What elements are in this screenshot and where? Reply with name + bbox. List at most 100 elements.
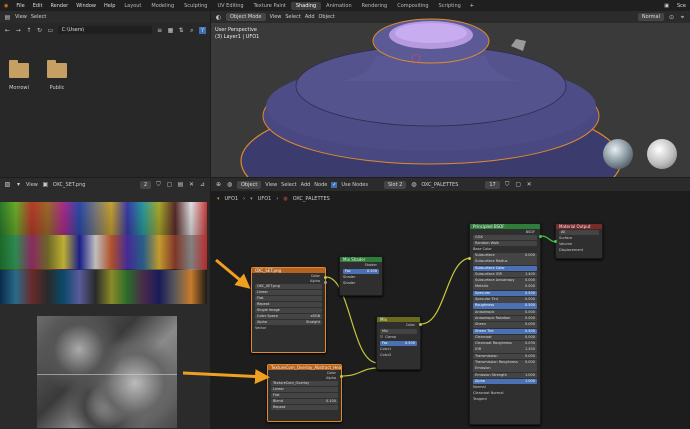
tab-animation[interactable]: Animation (321, 2, 357, 10)
bsdf-output-socket[interactable] (539, 235, 542, 238)
extension-dropdown[interactable]: Repeat (271, 405, 338, 410)
node-header[interactable]: Material Output (556, 224, 602, 229)
tab-compositing[interactable]: Compositing (392, 2, 433, 10)
bsdf-param-row[interactable]: Subsurface Radius (473, 259, 537, 265)
new-image-icon[interactable]: ▢ (166, 181, 173, 188)
bsdf-param-row[interactable]: Emission (473, 366, 537, 372)
bsdf-param-row[interactable]: Transmission 0.000 (473, 353, 537, 360)
color-space-dropdown[interactable]: Color Space sRGB (255, 314, 322, 319)
bsdf-param-row[interactable]: Clearcoat 0.000 (473, 334, 537, 341)
editor-type-icon[interactable]: ▧ (4, 181, 11, 188)
unlink-icon[interactable]: ✕ (188, 181, 195, 188)
surface-input-socket[interactable] (554, 240, 557, 243)
tab-scripting[interactable]: Scripting (434, 2, 466, 10)
blender-logo-icon[interactable]: ◉ (0, 3, 12, 9)
fac-field[interactable]: Fac 0.500 (343, 269, 379, 274)
mix-rgb-node[interactable]: Mix Color Mix Clamp Fac 0.500 Color1 Col… (376, 316, 421, 370)
image-view-menu[interactable]: View (26, 182, 38, 188)
target-dropdown[interactable]: All (559, 230, 599, 235)
search-icon[interactable]: ⌕ (189, 27, 196, 34)
output-color-socket[interactable] (340, 375, 343, 378)
path-field[interactable]: C:\Users\ (57, 26, 153, 34)
pin-icon[interactable]: ⊿ (199, 181, 206, 188)
distribution-dropdown[interactable]: GGX (473, 235, 537, 240)
menu-window[interactable]: Window (72, 3, 100, 9)
add-workspace-icon[interactable]: + (466, 3, 478, 9)
tab-sculpting[interactable]: Sculpting (179, 2, 212, 10)
bsdf-param-row[interactable]: Alpha 1.000 (473, 378, 537, 385)
image-texture-node-oxc-set[interactable]: OXC_SET.png Color Alpha OXC_SET.png Line… (251, 267, 326, 353)
blend-mode-dropdown[interactable]: Mix (380, 329, 417, 334)
bsdf-param-row[interactable]: Transmission Roughness 0.000 (473, 360, 537, 366)
bsdf-param-row[interactable]: Emission Strength 1.000 (473, 372, 537, 379)
node-header[interactable]: TextureCom_Overlay_Abstract_Header.png (268, 365, 341, 370)
scene-icon[interactable]: ▣ (660, 3, 673, 9)
image-name-field[interactable]: OXC_SET.png (53, 182, 86, 188)
node-header[interactable]: Mix (377, 317, 420, 322)
filter-icon[interactable]: Y (199, 26, 206, 34)
menu-help[interactable]: Help (100, 3, 119, 9)
bsdf-param-row[interactable]: Subsurface Color (473, 265, 537, 272)
scene-label[interactable]: Sce (673, 3, 690, 9)
grid-view-icon[interactable]: ▦ (167, 27, 174, 34)
back-icon[interactable]: ← (4, 27, 11, 34)
bsdf-param-row[interactable]: Anisotropic 0.000 (473, 309, 537, 316)
material-output-node[interactable]: Material Output All Surface Volume Displ… (555, 223, 603, 259)
node-header[interactable]: OXC_SET.png (252, 268, 325, 273)
menu-render[interactable]: Render (46, 3, 72, 9)
shader-node-editor[interactable]: ⊕ ◍ Object View Select Add Node ✓ Use No… (211, 178, 690, 429)
mix-output-socket[interactable] (419, 323, 422, 326)
select-menu[interactable]: Select (31, 14, 46, 20)
clamp-checkbox[interactable]: Clamp (380, 335, 417, 340)
interpolation-dropdown[interactable]: Linear (271, 387, 338, 392)
bsdf-param-row[interactable]: Sheen Tint 0.500 (473, 328, 537, 335)
folder-item-public[interactable]: Public (42, 60, 72, 98)
sort-icon[interactable]: ⇅ (178, 27, 185, 34)
bsdf-param-row[interactable]: Sheen 0.000 (473, 322, 537, 328)
3d-viewport[interactable]: ◐ Object Mode View Select Add Object Nor… (211, 11, 690, 177)
node-header[interactable]: Principled BSDF (470, 224, 540, 229)
list-view-icon[interactable]: ≡ (156, 27, 163, 34)
image-browse-icon[interactable]: ▣ (42, 181, 49, 188)
bsdf-param-row[interactable]: Specular 0.500 (473, 290, 537, 297)
blend-field[interactable]: Blend 0.100 (271, 399, 338, 404)
node-header[interactable]: Mix Shader (340, 257, 382, 262)
subsurface-method-dropdown[interactable]: Random Walk (473, 241, 537, 246)
image-texture-node-overlay[interactable]: TextureCom_Overlay_Abstract_Header.png C… (267, 364, 342, 422)
tab-shading[interactable]: Shading (290, 1, 322, 10)
extension-dropdown[interactable]: Repeat (255, 302, 322, 307)
bsdf-param-row[interactable]: IOR 1.450 (473, 347, 537, 353)
fake-user-icon[interactable]: ⛉ (155, 181, 162, 188)
fac-field[interactable]: Fac 0.500 (380, 341, 417, 346)
bsdf-param-row[interactable]: Anisotropic Rotation 0.000 (473, 315, 537, 322)
image-selector[interactable]: OXC_SET.png (255, 284, 322, 289)
view-menu[interactable]: View (15, 14, 27, 20)
image-selector[interactable]: TextureCom_Overlay (271, 381, 338, 386)
output-color-socket[interactable] (324, 276, 327, 279)
tab-rendering[interactable]: Rendering (357, 2, 393, 10)
editor-type-icon[interactable]: ▤ (4, 14, 11, 21)
new-folder-icon[interactable]: ▭ (47, 27, 54, 34)
material-preview-sphere[interactable] (647, 139, 677, 169)
parent-icon[interactable]: ↑ (25, 27, 32, 34)
open-image-icon[interactable]: ▤ (177, 181, 184, 188)
folder-item-morrowl[interactable]: Morrowl (4, 60, 34, 98)
mix-shader-node[interactable]: Mix Shader Shader Fac 0.500 Shader Shade… (339, 256, 383, 296)
bsdf-param-row[interactable]: Subsurface IOR 1.400 (473, 271, 537, 278)
output-alpha-socket[interactable] (324, 281, 327, 284)
tab-modeling[interactable]: Modeling (146, 2, 179, 10)
bsdf-param-row[interactable]: Subsurface Anisotropy 0.000 (473, 278, 537, 284)
view-mode-icon[interactable]: ▾ (15, 181, 22, 188)
base-color-socket[interactable] (468, 257, 471, 260)
interpolation-dropdown[interactable]: Linear (255, 290, 322, 295)
bsdf-param-row[interactable]: Specular Tint 0.000 (473, 297, 537, 303)
forward-icon[interactable]: → (15, 27, 22, 34)
principled-bsdf-node[interactable]: Principled BSDF BSDF GGX Random Walk Bas… (469, 223, 541, 425)
menu-file[interactable]: File (12, 3, 28, 9)
tab-uv-editing[interactable]: UV Editing (212, 2, 248, 10)
overlay-texture[interactable] (37, 316, 177, 428)
image-users[interactable]: 2 (139, 180, 151, 189)
projection-dropdown[interactable]: Flat (255, 296, 322, 301)
bsdf-param-row[interactable]: Subsurface 0.000 (473, 253, 537, 259)
source-dropdown[interactable]: Single Image (255, 308, 322, 313)
